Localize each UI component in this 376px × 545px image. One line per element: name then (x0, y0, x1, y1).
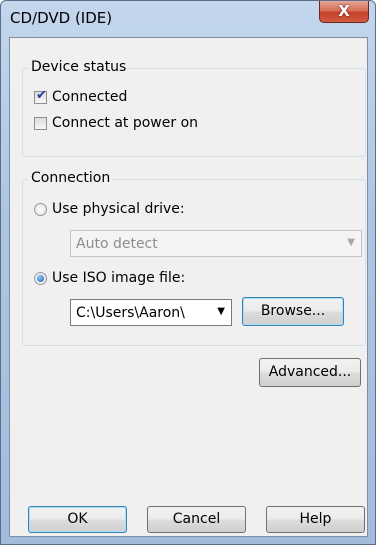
connected-label[interactable]: Connected (52, 89, 127, 105)
help-button[interactable]: Help (266, 506, 365, 533)
connected-checkbox[interactable]: ✔ (34, 88, 47, 104)
dialog-window: CD/DVD (IDE) X Device status ✔ Connected… (0, 0, 376, 545)
device-status-label: Device status (28, 59, 130, 75)
window-title: CD/DVD (IDE) (10, 9, 113, 27)
iso-path-value: C:\Users\Aaron\ (76, 305, 185, 321)
browse-button-label: Browse... (260, 303, 326, 319)
use-physical-drive-label[interactable]: Use physical drive: (52, 201, 185, 217)
connection-group: Connection Use physical drive: Auto dete… (22, 170, 366, 346)
physical-drive-value: Auto detect (76, 236, 158, 252)
physical-drive-select[interactable]: Auto detect ▼ (70, 230, 362, 257)
connection-label: Connection (28, 170, 114, 186)
radio-selected-dot (37, 275, 44, 282)
help-button-label: Help (299, 511, 332, 527)
dropdown-arrow-icon: ▼ (217, 306, 225, 317)
device-status-group: Device status ✔ Connected Connect at pow… (22, 59, 366, 157)
browse-button[interactable]: Browse... (242, 297, 344, 326)
use-physical-drive-radio[interactable] (34, 203, 47, 216)
close-icon: X (338, 2, 350, 20)
use-iso-image-label[interactable]: Use ISO image file: (52, 270, 185, 286)
dropdown-arrow-icon: ▼ (347, 237, 355, 248)
advanced-button[interactable]: Advanced... (259, 358, 361, 387)
dialog-body: Device status ✔ Connected Connect at pow… (9, 37, 368, 537)
cancel-button-label: Cancel (172, 511, 221, 527)
close-button[interactable]: X (319, 1, 369, 23)
ok-button-label: OK (67, 511, 88, 527)
cancel-button[interactable]: Cancel (147, 506, 246, 533)
connect-at-power-on-label[interactable]: Connect at power on (52, 115, 198, 131)
connect-at-power-on-checkbox[interactable] (34, 117, 47, 130)
ok-button[interactable]: OK (28, 506, 127, 533)
title-bar[interactable]: CD/DVD (IDE) X (1, 1, 375, 37)
advanced-button-label: Advanced... (268, 364, 352, 380)
use-iso-image-radio[interactable] (34, 272, 47, 285)
iso-path-select[interactable]: C:\Users\Aaron\ ▼ (70, 299, 232, 326)
check-mark-icon: ✔ (36, 88, 47, 103)
